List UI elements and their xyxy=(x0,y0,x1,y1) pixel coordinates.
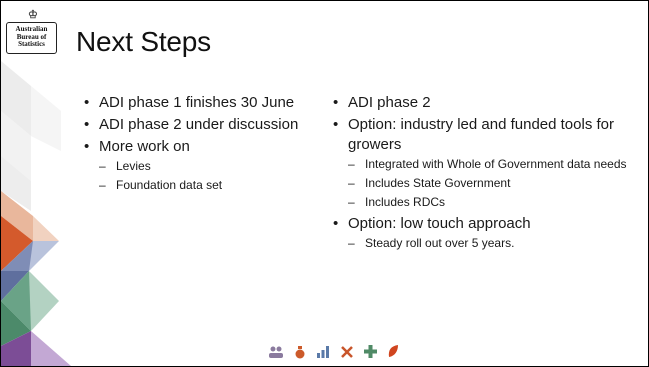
slide: ♔ Australian Bureau of Statistics Next S… xyxy=(0,0,649,367)
crest-icon: ♔ xyxy=(27,9,39,21)
tools-icon xyxy=(340,345,354,362)
right-sub-bullet: Includes State Government xyxy=(333,176,643,191)
leaf-icon xyxy=(387,344,399,362)
slide-title: Next Steps xyxy=(76,26,211,57)
left-sub-bullet: Foundation data set xyxy=(84,178,314,193)
logo-line-3: Statistics xyxy=(18,40,45,48)
right-bullet-column: ADI phase 2Option: industry led and fund… xyxy=(333,93,643,255)
left-bullet-column: ADI phase 1 finishes 30 JuneADI phase 2 … xyxy=(84,93,314,197)
right-bullet: Option: industry led and funded tools fo… xyxy=(333,115,643,155)
plus-icon xyxy=(363,345,377,361)
right-sub-bullet: Steady roll out over 5 years. xyxy=(333,236,643,251)
left-sub-bullet: Levies xyxy=(84,159,314,174)
left-bullet: ADI phase 2 under discussion xyxy=(84,115,314,135)
bar-chart-icon xyxy=(316,345,330,362)
right-sub-bullet: Integrated with Whole of Government data… xyxy=(333,157,643,172)
footer-icon-row xyxy=(253,344,413,362)
right-bullet: Option: low touch approach xyxy=(333,214,643,234)
left-bullet: More work on xyxy=(84,137,314,157)
money-bag-icon xyxy=(294,345,306,362)
abs-logo: ♔ Australian Bureau of Statistics xyxy=(6,10,57,54)
right-bullet: ADI phase 2 xyxy=(333,93,643,113)
right-sub-bullet: Includes RDCs xyxy=(333,195,643,210)
people-icon xyxy=(268,345,284,362)
left-bullet: ADI phase 1 finishes 30 June xyxy=(84,93,314,113)
decorative-chevron-band xyxy=(1,61,71,366)
